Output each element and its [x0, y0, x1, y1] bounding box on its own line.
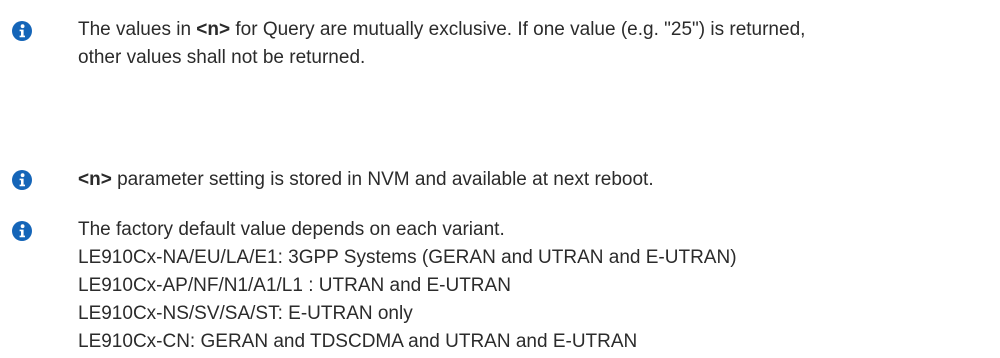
- variant-line: LE910Cx-NS/SV/SA/ST: E-UTRAN only: [78, 303, 413, 324]
- variant-line: LE910Cx-AP/NF/N1/A1/L1 : UTRAN and E-UTR…: [78, 275, 511, 296]
- info-icon: [12, 221, 32, 241]
- note-line: The factory default value depends on eac…: [78, 219, 505, 240]
- note-text: <n> parameter setting is stored in NVM a…: [78, 166, 992, 194]
- note-text: The factory default value depends on eac…: [78, 216, 992, 356]
- param-n-bold: <n>: [78, 169, 112, 190]
- param-n-bold: <n>: [196, 19, 231, 40]
- info-icon: [12, 170, 32, 190]
- note-line: <n> parameter setting is stored in NVM a…: [78, 169, 654, 190]
- variant-line: LE910Cx-NA/EU/LA/E1: 3GPP Systems (GERAN…: [78, 247, 737, 268]
- variant-line: LE910Cx-CN: GERAN and TDSCDMA and UTRAN …: [78, 331, 638, 352]
- note-text: The values in <n> for Query are mutually…: [78, 16, 992, 72]
- note-line: other values shall not be returned.: [78, 47, 366, 68]
- note-line: The values in <n> for Query are mutually…: [78, 19, 806, 40]
- info-icon: [12, 21, 32, 41]
